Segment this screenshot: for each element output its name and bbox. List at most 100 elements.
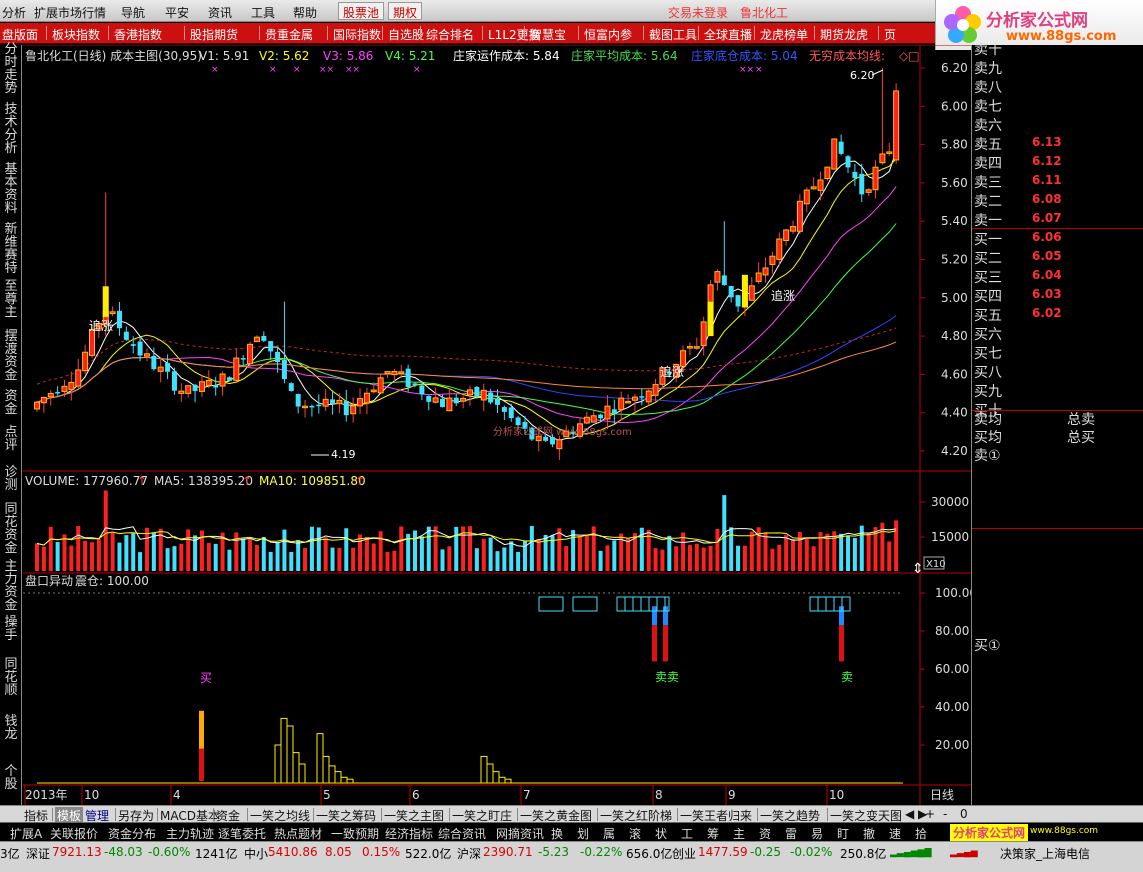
- left-tab-4[interactable]: 至尊主: [3, 280, 19, 319]
- candle-body: [556, 439, 563, 450]
- chart-area[interactable]: 鲁北化工(日线) 成本主图(30,95) V1: 5.91 V2: 5.62 V…: [23, 44, 977, 805]
- function-button-17[interactable]: 主: [733, 825, 745, 842]
- zoom-out-button[interactable]: -: [943, 807, 947, 821]
- candle-body: [137, 341, 143, 356]
- function-button-11[interactable]: 划: [577, 825, 589, 842]
- left-tab-0[interactable]: 分时走势: [3, 43, 19, 95]
- left-tab-3[interactable]: 新维赛特: [3, 223, 19, 275]
- sell-level-4-price[interactable]: 6.12: [1032, 154, 1062, 168]
- left-tab-8[interactable]: 诊测: [3, 466, 19, 492]
- menu-news[interactable]: 资讯: [208, 4, 232, 21]
- candle-body: [226, 377, 232, 381]
- buy-level-3-price[interactable]: 6.04: [1032, 268, 1062, 282]
- candle-body: [824, 166, 831, 180]
- menu-navigate[interactable]: 导航: [121, 4, 145, 21]
- function-button-7[interactable]: 经济指标: [385, 825, 433, 842]
- function-button-22[interactable]: 撤: [863, 825, 875, 842]
- ma5-arrow-icon: ↑: [242, 474, 252, 488]
- nav-item-12[interactable]: 全球直播: [704, 26, 752, 43]
- pane-resize-icon[interactable]: ⇕: [912, 561, 924, 577]
- menu-tools[interactable]: 工具: [251, 4, 275, 21]
- buy-level-2-price[interactable]: 6.05: [1032, 249, 1062, 263]
- left-tab-2[interactable]: 基本资料: [3, 163, 19, 215]
- sell-level-5-price[interactable]: 6.13: [1032, 135, 1062, 149]
- nav-item-0[interactable]: 盘版面: [2, 26, 38, 43]
- left-tab-11[interactable]: 操手: [3, 616, 19, 642]
- left-tab-10[interactable]: 主力资金: [3, 560, 19, 612]
- menu-tab-stockpool[interactable]: 股票池: [338, 2, 385, 20]
- left-tab-12[interactable]: 同花顺: [3, 658, 19, 697]
- function-button-21[interactable]: 盯: [837, 825, 849, 842]
- function-button-9[interactable]: 网摘资讯: [496, 825, 544, 842]
- function-button-10[interactable]: 换: [551, 825, 563, 842]
- left-tab-14[interactable]: 个股: [3, 765, 19, 791]
- candle-body: [583, 416, 590, 424]
- ticker-hs-label[interactable]: 沪深: [457, 845, 481, 862]
- nav-item-14[interactable]: 期货龙虎: [820, 26, 868, 43]
- function-button-5[interactable]: 热点题材: [274, 825, 322, 842]
- function-button-20[interactable]: 易: [811, 825, 823, 842]
- function-button-1[interactable]: 关联报价: [50, 825, 98, 842]
- function-button-12[interactable]: 属: [603, 825, 615, 842]
- function-button-3[interactable]: 主力轨迹: [166, 825, 214, 842]
- function-button-2[interactable]: 资金分布: [108, 825, 156, 842]
- period-label[interactable]: 日线: [930, 788, 954, 802]
- function-button-6[interactable]: 一致预期: [331, 825, 379, 842]
- nav-item-10[interactable]: 恒富内参: [584, 26, 632, 43]
- buy-level-4-price[interactable]: 6.03: [1032, 287, 1062, 301]
- nav-item-3[interactable]: 股指期货: [190, 26, 238, 43]
- volume-bar: [131, 533, 136, 571]
- nav-item-9[interactable]: 智慧宝: [530, 26, 566, 43]
- left-tab-1[interactable]: 技术分析: [3, 103, 19, 155]
- menu-pingan[interactable]: 平安: [165, 4, 189, 21]
- function-button-0[interactable]: 扩展A: [10, 825, 42, 842]
- left-tab-13[interactable]: 钱龙: [3, 715, 19, 741]
- buy-level-5-price[interactable]: 6.02: [1032, 306, 1062, 320]
- nav-item-6[interactable]: 自选股: [388, 26, 424, 43]
- zoom-reset-button[interactable]: 0: [960, 807, 968, 821]
- function-button-24[interactable]: 拾: [915, 825, 927, 842]
- left-tab-7[interactable]: 点评: [3, 426, 19, 452]
- ticker-sz-label[interactable]: 深证: [26, 845, 50, 862]
- menu-ext-market[interactable]: 扩展市场行情: [34, 4, 106, 21]
- ticker-cy-label[interactable]: 创业: [672, 845, 696, 862]
- volume-bar: [811, 546, 816, 571]
- left-tab-6[interactable]: 资金: [3, 390, 19, 416]
- function-button-18[interactable]: 资: [759, 825, 771, 842]
- nav-item-15[interactable]: 页: [884, 26, 896, 43]
- candle-body: [165, 363, 171, 372]
- left-tab-9[interactable]: 同花资金: [3, 503, 19, 555]
- function-button-15[interactable]: 工: [681, 825, 693, 842]
- nav-item-4[interactable]: 贵重金属: [265, 26, 313, 43]
- nav-item-7[interactable]: 综合排名: [426, 26, 474, 43]
- candle-body: [130, 344, 136, 346]
- nav-item-5[interactable]: 国际指数: [333, 26, 381, 43]
- tab-scroll-icon[interactable]: ◀ ▶: [905, 807, 927, 821]
- volume-bar: [894, 520, 899, 571]
- left-tab-5[interactable]: 摆渡资金: [3, 330, 19, 382]
- kline-chart[interactable]: 鲁北化工(日线) 成本主图(30,95) V1: 5.91 V2: 5.62 V…: [23, 44, 977, 805]
- nav-item-1[interactable]: 板块指数: [52, 26, 100, 43]
- nav-item-13[interactable]: 龙虎榜单: [760, 26, 808, 43]
- function-button-14[interactable]: 状: [655, 825, 667, 842]
- sell-level-2-price[interactable]: 6.08: [1032, 192, 1062, 206]
- function-button-4[interactable]: 逐笔委托: [218, 825, 266, 842]
- function-button-8[interactable]: 综合资讯: [438, 825, 486, 842]
- function-button-23[interactable]: 速: [889, 825, 901, 842]
- volume-bar: [124, 535, 129, 571]
- nav-item-2[interactable]: 香港指数: [114, 26, 162, 43]
- function-button-13[interactable]: 滚: [629, 825, 641, 842]
- sell-level-3-price[interactable]: 6.11: [1032, 173, 1062, 187]
- candle-body: [123, 331, 129, 340]
- function-button-16[interactable]: 筹: [707, 825, 719, 842]
- buy-level-1-price[interactable]: 6.06: [1032, 230, 1062, 244]
- candle-body: [82, 351, 89, 372]
- volume-bar: [571, 530, 576, 571]
- sell-level-1-price[interactable]: 6.07: [1032, 211, 1062, 225]
- ticker-zx-label[interactable]: 中小: [244, 845, 268, 862]
- menu-tab-options[interactable]: 期权: [388, 2, 423, 20]
- function-button-19[interactable]: 雷: [785, 825, 797, 842]
- nav-item-11[interactable]: 截图工具: [649, 26, 697, 43]
- menu-help[interactable]: 帮助: [293, 4, 317, 21]
- menu-analysis[interactable]: 分析: [2, 4, 26, 21]
